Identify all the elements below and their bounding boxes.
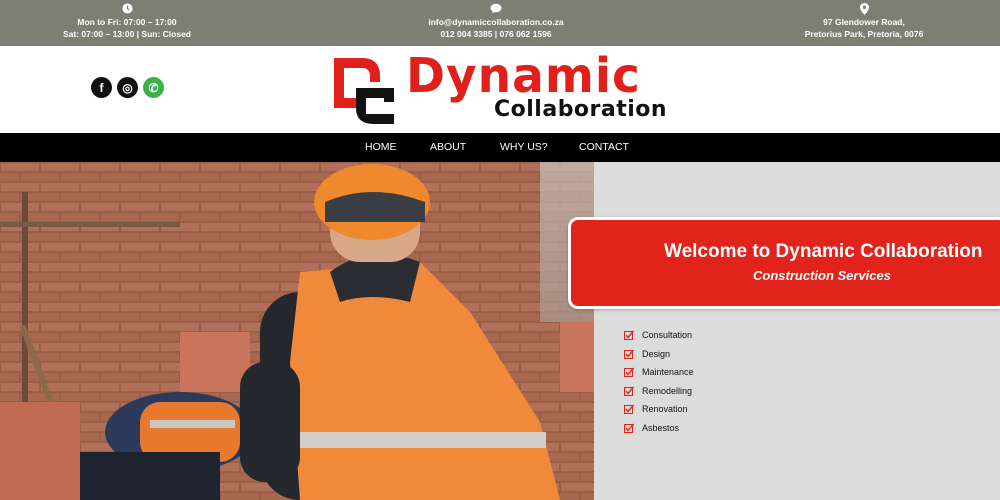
nav-why-us[interactable]: WHY US?	[500, 141, 548, 153]
nav-home[interactable]: HOME	[365, 141, 397, 153]
hours-weekend: Sat: 07:00 – 13:00 | Sun: Closed	[62, 29, 192, 39]
checkbox-check-icon	[624, 367, 634, 378]
services-list: Consultation Design Maintenance Remodell…	[624, 326, 694, 437]
list-item: Design	[624, 345, 694, 364]
service-label: Remodelling	[642, 385, 693, 396]
whatsapp-icon[interactable]: ✆	[143, 77, 164, 98]
welcome-banner: Welcome to Dynamic Collaboration Constru…	[568, 217, 1000, 309]
hero-section: Welcome to Dynamic Collaboration Constru…	[0, 162, 1000, 500]
logo-mark-icon	[334, 58, 394, 124]
service-label: Design	[642, 348, 671, 359]
instagram-icon[interactable]: ◎	[117, 77, 138, 98]
phone-numbers[interactable]: 012 004 3385 | 076 062 1596	[386, 28, 606, 40]
checkbox-check-icon	[624, 330, 634, 341]
business-hours: Mon to Fri: 07:00 – 17:00 Sat: 07:00 – 1…	[17, 3, 237, 40]
top-info-bar: Mon to Fri: 07:00 – 17:00 Sat: 07:00 – 1…	[0, 0, 1000, 46]
service-label: Maintenance	[642, 367, 694, 378]
address-city: Pretorius Park, Pretoria, 0076	[804, 29, 924, 39]
site-logo[interactable]: Dynamic Collaboration	[330, 48, 667, 128]
clock-icon	[17, 3, 237, 16]
list-item: Consultation	[624, 326, 694, 345]
checkbox-check-icon	[624, 349, 634, 359]
service-label: Renovation	[642, 404, 688, 415]
checkbox-check-icon	[624, 404, 634, 415]
social-links: f ◎ ✆	[91, 77, 164, 98]
list-item: Maintenance	[624, 363, 694, 382]
logo-wordmark: Dynamic	[406, 48, 641, 104]
chat-icon	[386, 3, 606, 16]
map-pin-icon	[754, 3, 974, 16]
logo-subtitle: Collaboration	[494, 97, 668, 122]
service-label: Asbestos	[642, 422, 680, 433]
welcome-title: Welcome to Dynamic Collaboration	[664, 241, 983, 262]
checkbox-check-icon	[624, 423, 634, 433]
welcome-subtitle: Construction Services	[753, 268, 891, 283]
address-info: 97 Glendower Road, Pretorius Park, Preto…	[754, 3, 974, 40]
nav-contact[interactable]: CONTACT	[579, 141, 629, 153]
email-link[interactable]: info@dynamiccollaboration.co.za	[386, 16, 606, 28]
facebook-icon[interactable]: f	[91, 77, 112, 98]
address-street: 97 Glendower Road,	[823, 17, 905, 27]
site-header: f ◎ ✆ Dynamic Collaboration	[0, 46, 1000, 133]
hours-weekdays: Mon to Fri: 07:00 – 17:00	[77, 17, 177, 27]
main-nav: HOME ABOUT WHY US? CONTACT	[0, 133, 1000, 162]
list-item: Renovation	[624, 400, 694, 419]
list-item: Asbestos	[624, 419, 694, 438]
hero-photo	[0, 162, 594, 500]
checkbox-check-icon	[624, 386, 634, 396]
list-item: Remodelling	[624, 382, 694, 401]
nav-about[interactable]: ABOUT	[430, 141, 466, 153]
contact-info: info@dynamiccollaboration.co.za 012 004 …	[386, 3, 606, 40]
service-label: Consultation	[642, 330, 693, 341]
